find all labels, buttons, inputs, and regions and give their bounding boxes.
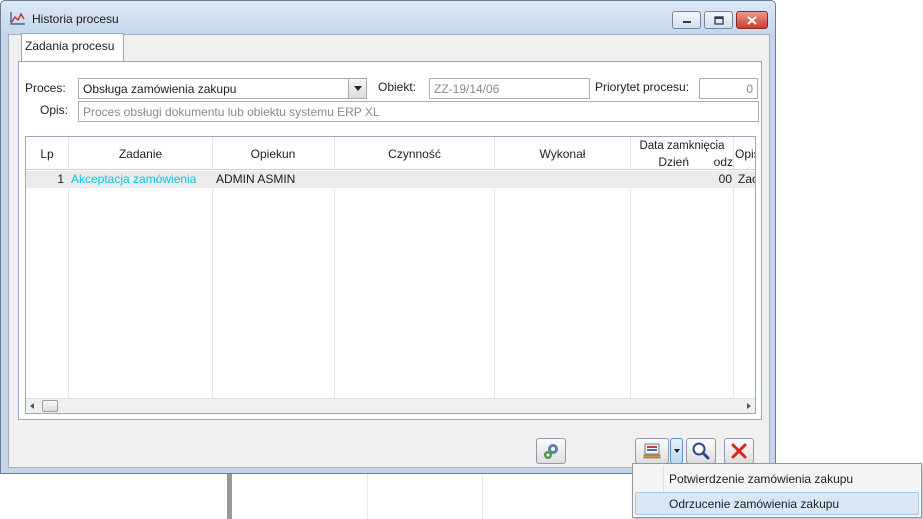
- window-client-area: Zadania procesu Proces: Obsługa zamówien…: [8, 33, 770, 468]
- chevron-down-icon: [673, 449, 680, 453]
- scrollbar-thumb[interactable]: [42, 400, 58, 412]
- delete-x-icon: [731, 443, 747, 459]
- proces-label: Proces:: [25, 81, 66, 95]
- row-dzien: [632, 171, 692, 188]
- preview-button[interactable]: [686, 438, 716, 464]
- row-lp: 1: [57, 172, 64, 186]
- window-title: Historia procesu: [32, 12, 119, 26]
- column-header-czynnosc[interactable]: Czynność: [335, 137, 494, 170]
- scroll-right-icon[interactable]: [747, 403, 751, 409]
- obiekt-field[interactable]: ZZ-19/14/06: [429, 78, 590, 99]
- action-popup-menu: Potwierdzenie zamówienia zakupu Odrzucen…: [632, 463, 922, 518]
- magnifier-icon: [692, 442, 710, 460]
- column-header-lp[interactable]: Lp: [26, 137, 68, 170]
- opis-label: Opis:: [40, 103, 69, 117]
- row-zadanie-link[interactable]: Akceptacja zamówienia: [71, 171, 211, 188]
- priorytet-field[interactable]: 0: [699, 78, 758, 99]
- row-opis: Zac: [738, 172, 755, 186]
- priorytet-label: Priorytet procesu:: [595, 80, 690, 94]
- column-header-zadanie[interactable]: Zadanie: [69, 137, 212, 170]
- column-header-dzien[interactable]: Dzień: [631, 153, 693, 170]
- background-line: [367, 474, 368, 519]
- historia-procesu-window: Historia procesu Zadania procesu Proces:…: [0, 0, 776, 474]
- tab-panel-zadania: Proces: Obsługa zamówienia zakupu Obiekt…: [18, 61, 762, 420]
- proces-value: Obsługa zamówienia zakupu: [83, 82, 237, 96]
- column-header-godzina[interactable]: odz: [714, 153, 733, 170]
- close-button[interactable]: [736, 11, 768, 29]
- column-header-opis[interactable]: Opis: [734, 137, 755, 170]
- column-header-wykonal[interactable]: Wykonał: [495, 137, 630, 170]
- tab-zadania-procesu[interactable]: Zadania procesu: [21, 33, 124, 62]
- proces-combobox[interactable]: Obsługa zamówienia zakupu: [78, 78, 367, 99]
- background-splitter: [227, 472, 232, 519]
- minimize-icon: [682, 21, 691, 23]
- zadania-table: Lp Zadanie Opiekun Czynność Wykonał Data…: [25, 136, 756, 414]
- opis-field[interactable]: Proces obsługi dokumentu lub obiektu sys…: [78, 101, 759, 122]
- proces-dropdown-button[interactable]: [348, 79, 366, 98]
- table-row[interactable]: 1 Akceptacja zamówienia ADMIN ASMIN 00 Z…: [26, 171, 755, 188]
- chart-line-icon: [10, 12, 25, 25]
- close-icon: [747, 15, 757, 25]
- title-bar[interactable]: Historia procesu: [1, 1, 775, 34]
- row-opiekun: ADMIN ASMIN: [216, 172, 296, 186]
- execute-action-button[interactable]: [635, 438, 669, 464]
- row-czynnosc: [336, 171, 492, 188]
- table-header: Lp Zadanie Opiekun Czynność Wykonał Data…: [26, 137, 755, 170]
- chevron-down-icon: [353, 86, 362, 91]
- row-wykonal: [496, 171, 628, 188]
- menu-item-odrzucenie[interactable]: Odrzucenie zamówienia zakupu: [635, 492, 919, 515]
- scroll-left-icon[interactable]: [30, 403, 34, 409]
- process-settings-button[interactable]: [536, 438, 566, 464]
- maximize-icon: [713, 15, 724, 25]
- column-header-opiekun[interactable]: Opiekun: [213, 137, 333, 170]
- delete-button[interactable]: [724, 438, 754, 464]
- column-header-data-zamkniecia[interactable]: Data zamknięcia: [631, 137, 733, 154]
- document-action-icon: [643, 443, 661, 459]
- horizontal-scrollbar[interactable]: [26, 398, 755, 413]
- row-godzina: 00: [718, 172, 732, 186]
- background-line: [482, 474, 483, 519]
- maximize-button[interactable]: [704, 11, 733, 29]
- obiekt-label: Obiekt:: [378, 80, 417, 94]
- menu-item-potwierdzenie[interactable]: Potwierdzenie zamówienia zakupu: [635, 467, 919, 490]
- minimize-button[interactable]: [672, 11, 701, 29]
- gears-icon: [544, 444, 558, 459]
- action-dropdown-button[interactable]: [670, 438, 683, 464]
